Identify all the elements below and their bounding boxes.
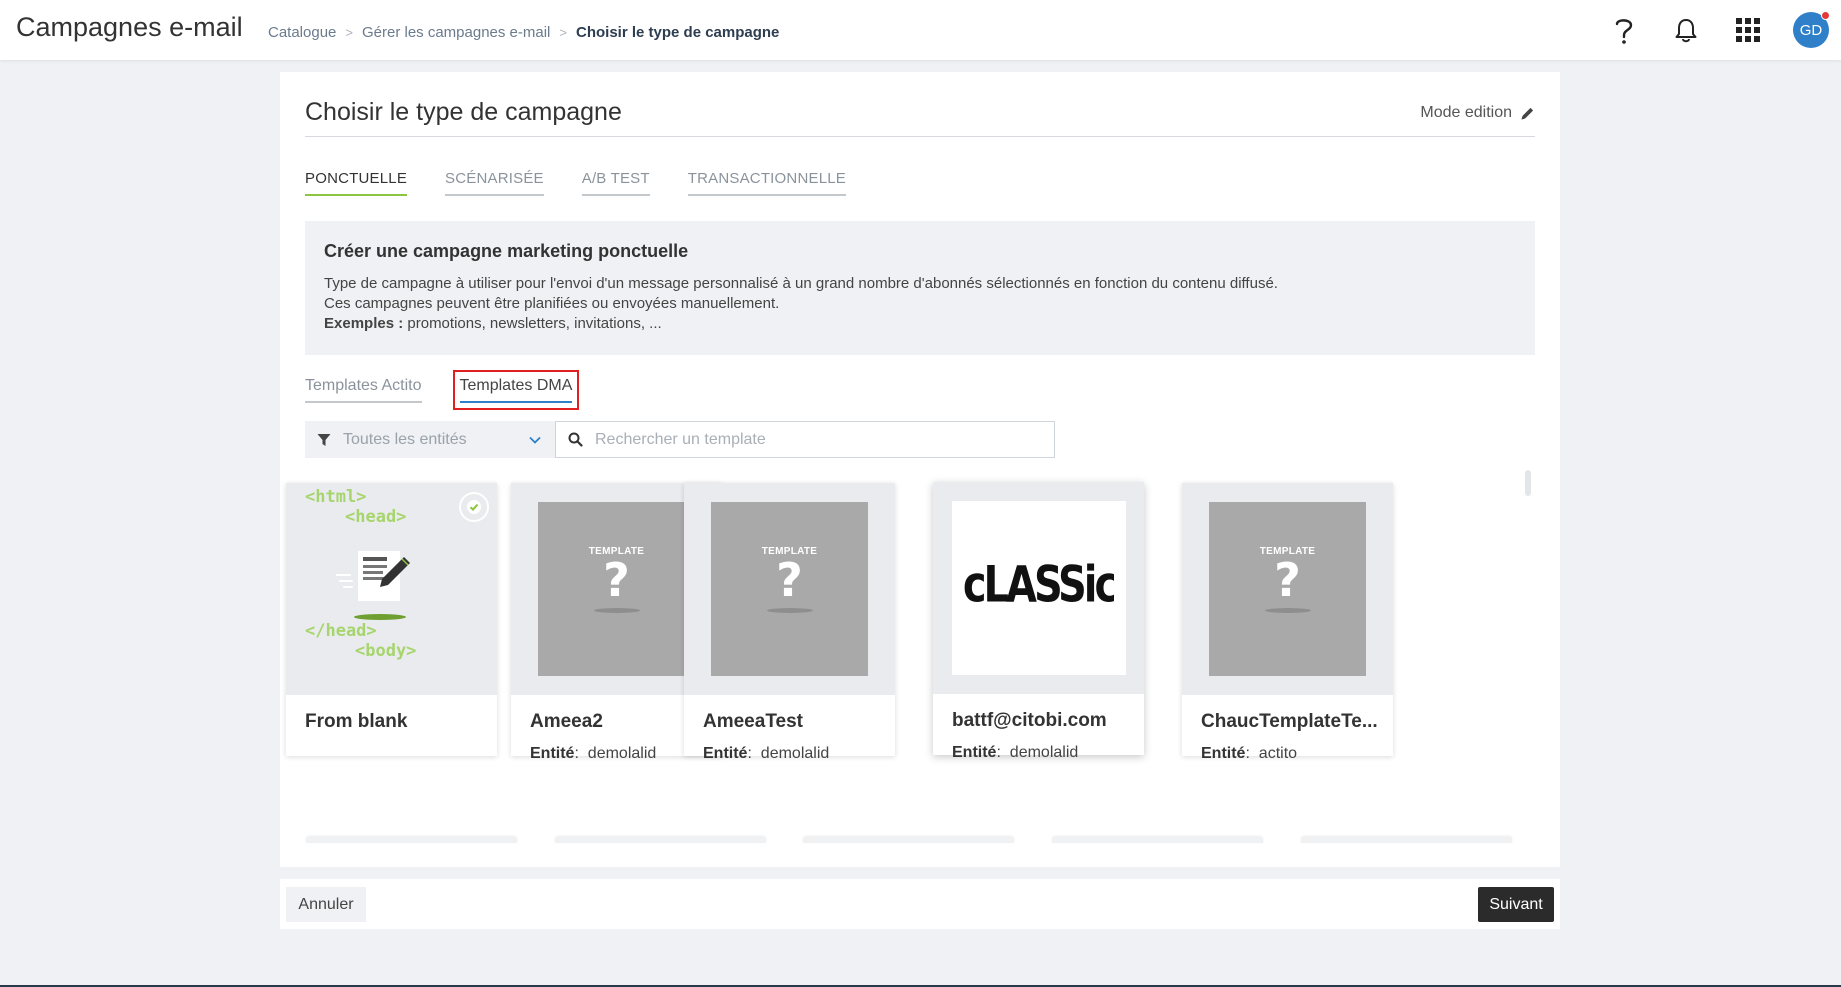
template-card-battf[interactable]: cLASSic battf@citobi.com Entité: demolal… bbox=[933, 482, 1144, 761]
code-text: <html> bbox=[305, 487, 367, 507]
footer-bar: Annuler Suivant bbox=[280, 879, 1560, 929]
info-examples-text: promotions, newsletters, invitations, ..… bbox=[403, 315, 662, 332]
entity-value: demolalid bbox=[1009, 744, 1079, 761]
template-search-box bbox=[555, 421, 1055, 458]
template-name: AmeeaTest bbox=[703, 711, 803, 732]
avatar-initials: GD bbox=[1799, 21, 1823, 39]
template-search-input[interactable] bbox=[595, 430, 1035, 449]
template-entity: Entité: demolalid bbox=[952, 744, 1079, 761]
code-text: <body> bbox=[355, 641, 417, 661]
template-card-chauctemplate[interactable]: TEMPLATE ? ChaucTemplateTe... Entité: ac… bbox=[1182, 483, 1393, 762]
question-mark-icon: ? bbox=[603, 553, 630, 607]
template-thumbnail: TEMPLATE ? bbox=[684, 483, 895, 695]
tab-scenarisee[interactable]: SCÉNARISÉE bbox=[445, 170, 544, 196]
filter-icon bbox=[317, 433, 331, 446]
template-placeholder-image: TEMPLATE ? bbox=[538, 502, 695, 676]
template-entity: Entité: demolalid bbox=[530, 745, 657, 762]
next-button[interactable]: Suivant bbox=[1478, 887, 1554, 922]
tab-ponctuelle[interactable]: PONCTUELLE bbox=[305, 170, 408, 196]
app-title: Campagnes e-mail bbox=[16, 12, 243, 42]
placeholder-shadow bbox=[1264, 608, 1311, 613]
breadcrumb-current: Choisir le type de campagne bbox=[576, 24, 780, 41]
template-name: Ameea2 bbox=[530, 711, 603, 732]
scrollbar-thumb[interactable] bbox=[1525, 470, 1531, 496]
template-name: battf@citobi.com bbox=[952, 710, 1107, 731]
apps-grid-icon[interactable] bbox=[1732, 14, 1764, 46]
top-header: Campagnes e-mail Catalogue > Gérer les c… bbox=[0, 0, 1841, 60]
bell-icon[interactable] bbox=[1670, 14, 1702, 46]
cancel-button[interactable]: Annuler bbox=[286, 887, 366, 922]
placeholder-shadow bbox=[593, 608, 640, 613]
entity-label: Entité bbox=[1201, 745, 1246, 762]
info-description: Type de campagne à utiliser pour l'envoi… bbox=[324, 274, 1516, 334]
avatar[interactable]: GD bbox=[1793, 11, 1830, 48]
placeholder-shadow bbox=[766, 608, 813, 613]
template-thumbnail: TEMPLATE ? bbox=[1182, 483, 1393, 695]
subtab-templates-actito[interactable]: Templates Actito bbox=[305, 377, 422, 403]
info-examples-label: Exemples : bbox=[324, 315, 404, 332]
blank-template-thumbnail: <html> <head> </head> <body> bbox=[286, 483, 497, 695]
mode-edition-label: Mode edition bbox=[1420, 104, 1512, 121]
template-entity: Entité: actito bbox=[1201, 745, 1298, 762]
entity-label: Entité bbox=[952, 744, 997, 761]
title-divider bbox=[305, 136, 1535, 137]
template-card-partial[interactable] bbox=[555, 837, 766, 843]
template-name: From blank bbox=[305, 711, 408, 732]
entity-value: actito bbox=[1258, 745, 1298, 762]
breadcrumb: Catalogue > Gérer les campagnes e-mail >… bbox=[268, 24, 779, 41]
campaign-info-box: Créer une campagne marketing ponctuelle … bbox=[305, 221, 1535, 355]
chevron-right-icon: > bbox=[345, 25, 353, 40]
tab-transactionnelle[interactable]: TRANSACTIONNELLE bbox=[687, 170, 846, 196]
main-panel: Choisir le type de campagne Mode edition… bbox=[280, 72, 1560, 867]
classic-logo-text: cLASSic bbox=[964, 555, 1114, 614]
entity-label: Entité bbox=[703, 745, 748, 762]
info-title: Créer une campagne marketing ponctuelle bbox=[324, 241, 689, 261]
chevron-right-icon: > bbox=[559, 25, 567, 40]
tab-ab-test[interactable]: A/B TEST bbox=[581, 170, 650, 196]
breadcrumb-manage-campaigns[interactable]: Gérer les campagnes e-mail bbox=[362, 24, 550, 41]
subtab-templates-dma[interactable]: Templates DMA bbox=[452, 370, 580, 410]
info-line-2: Ces campagnes peuvent être planifiées ou… bbox=[324, 295, 780, 312]
campaign-type-tabs: PONCTUELLE SCÉNARISÉE A/B TEST TRANSACTI… bbox=[305, 170, 846, 196]
notification-dot bbox=[1821, 11, 1830, 20]
template-card-partial[interactable] bbox=[1052, 837, 1263, 843]
classic-logo-image: cLASSic bbox=[952, 501, 1126, 675]
template-card-from-blank[interactable]: <html> <head> </head> <body> From blank bbox=[286, 483, 497, 756]
template-placeholder-image: TEMPLATE ? bbox=[1209, 502, 1366, 676]
help-icon[interactable] bbox=[1608, 14, 1640, 46]
entity-value: demolalid bbox=[587, 745, 657, 762]
question-mark-icon: ? bbox=[776, 553, 803, 607]
selected-check-icon bbox=[459, 492, 489, 522]
info-line-1: Type de campagne à utiliser pour l'envoi… bbox=[324, 275, 1278, 292]
entity-value: demolalid bbox=[760, 745, 830, 762]
pencil-icon bbox=[1521, 107, 1534, 119]
template-name: ChaucTemplateTe... bbox=[1201, 711, 1378, 732]
template-card-ameeatest[interactable]: TEMPLATE ? AmeeaTest Entité: demolalid bbox=[684, 483, 895, 762]
template-placeholder-image: TEMPLATE ? bbox=[711, 502, 868, 676]
template-thumbnail: cLASSic bbox=[933, 482, 1144, 694]
search-icon bbox=[568, 432, 583, 447]
mode-edition-button[interactable]: Mode edition bbox=[1420, 104, 1535, 122]
entity-label: Entité bbox=[530, 745, 575, 762]
entity-filter-dropdown[interactable]: Toutes les entités bbox=[305, 421, 555, 458]
chevron-down-icon bbox=[529, 436, 541, 444]
code-text: <head> bbox=[345, 507, 407, 527]
template-card-partial[interactable] bbox=[803, 837, 1014, 843]
document-edit-icon bbox=[336, 551, 410, 620]
breadcrumb-catalogue[interactable]: Catalogue bbox=[268, 24, 336, 41]
question-mark-icon: ? bbox=[1274, 553, 1301, 607]
page-title: Choisir le type de campagne bbox=[305, 98, 622, 126]
template-entity: Entité: demolalid bbox=[703, 745, 830, 762]
template-card-partial[interactable] bbox=[1301, 837, 1512, 843]
template-card-partial[interactable] bbox=[306, 837, 517, 843]
entity-filter-label: Toutes les entités bbox=[343, 430, 467, 448]
template-source-tabs: Templates Actito Templates DMA bbox=[305, 370, 580, 410]
